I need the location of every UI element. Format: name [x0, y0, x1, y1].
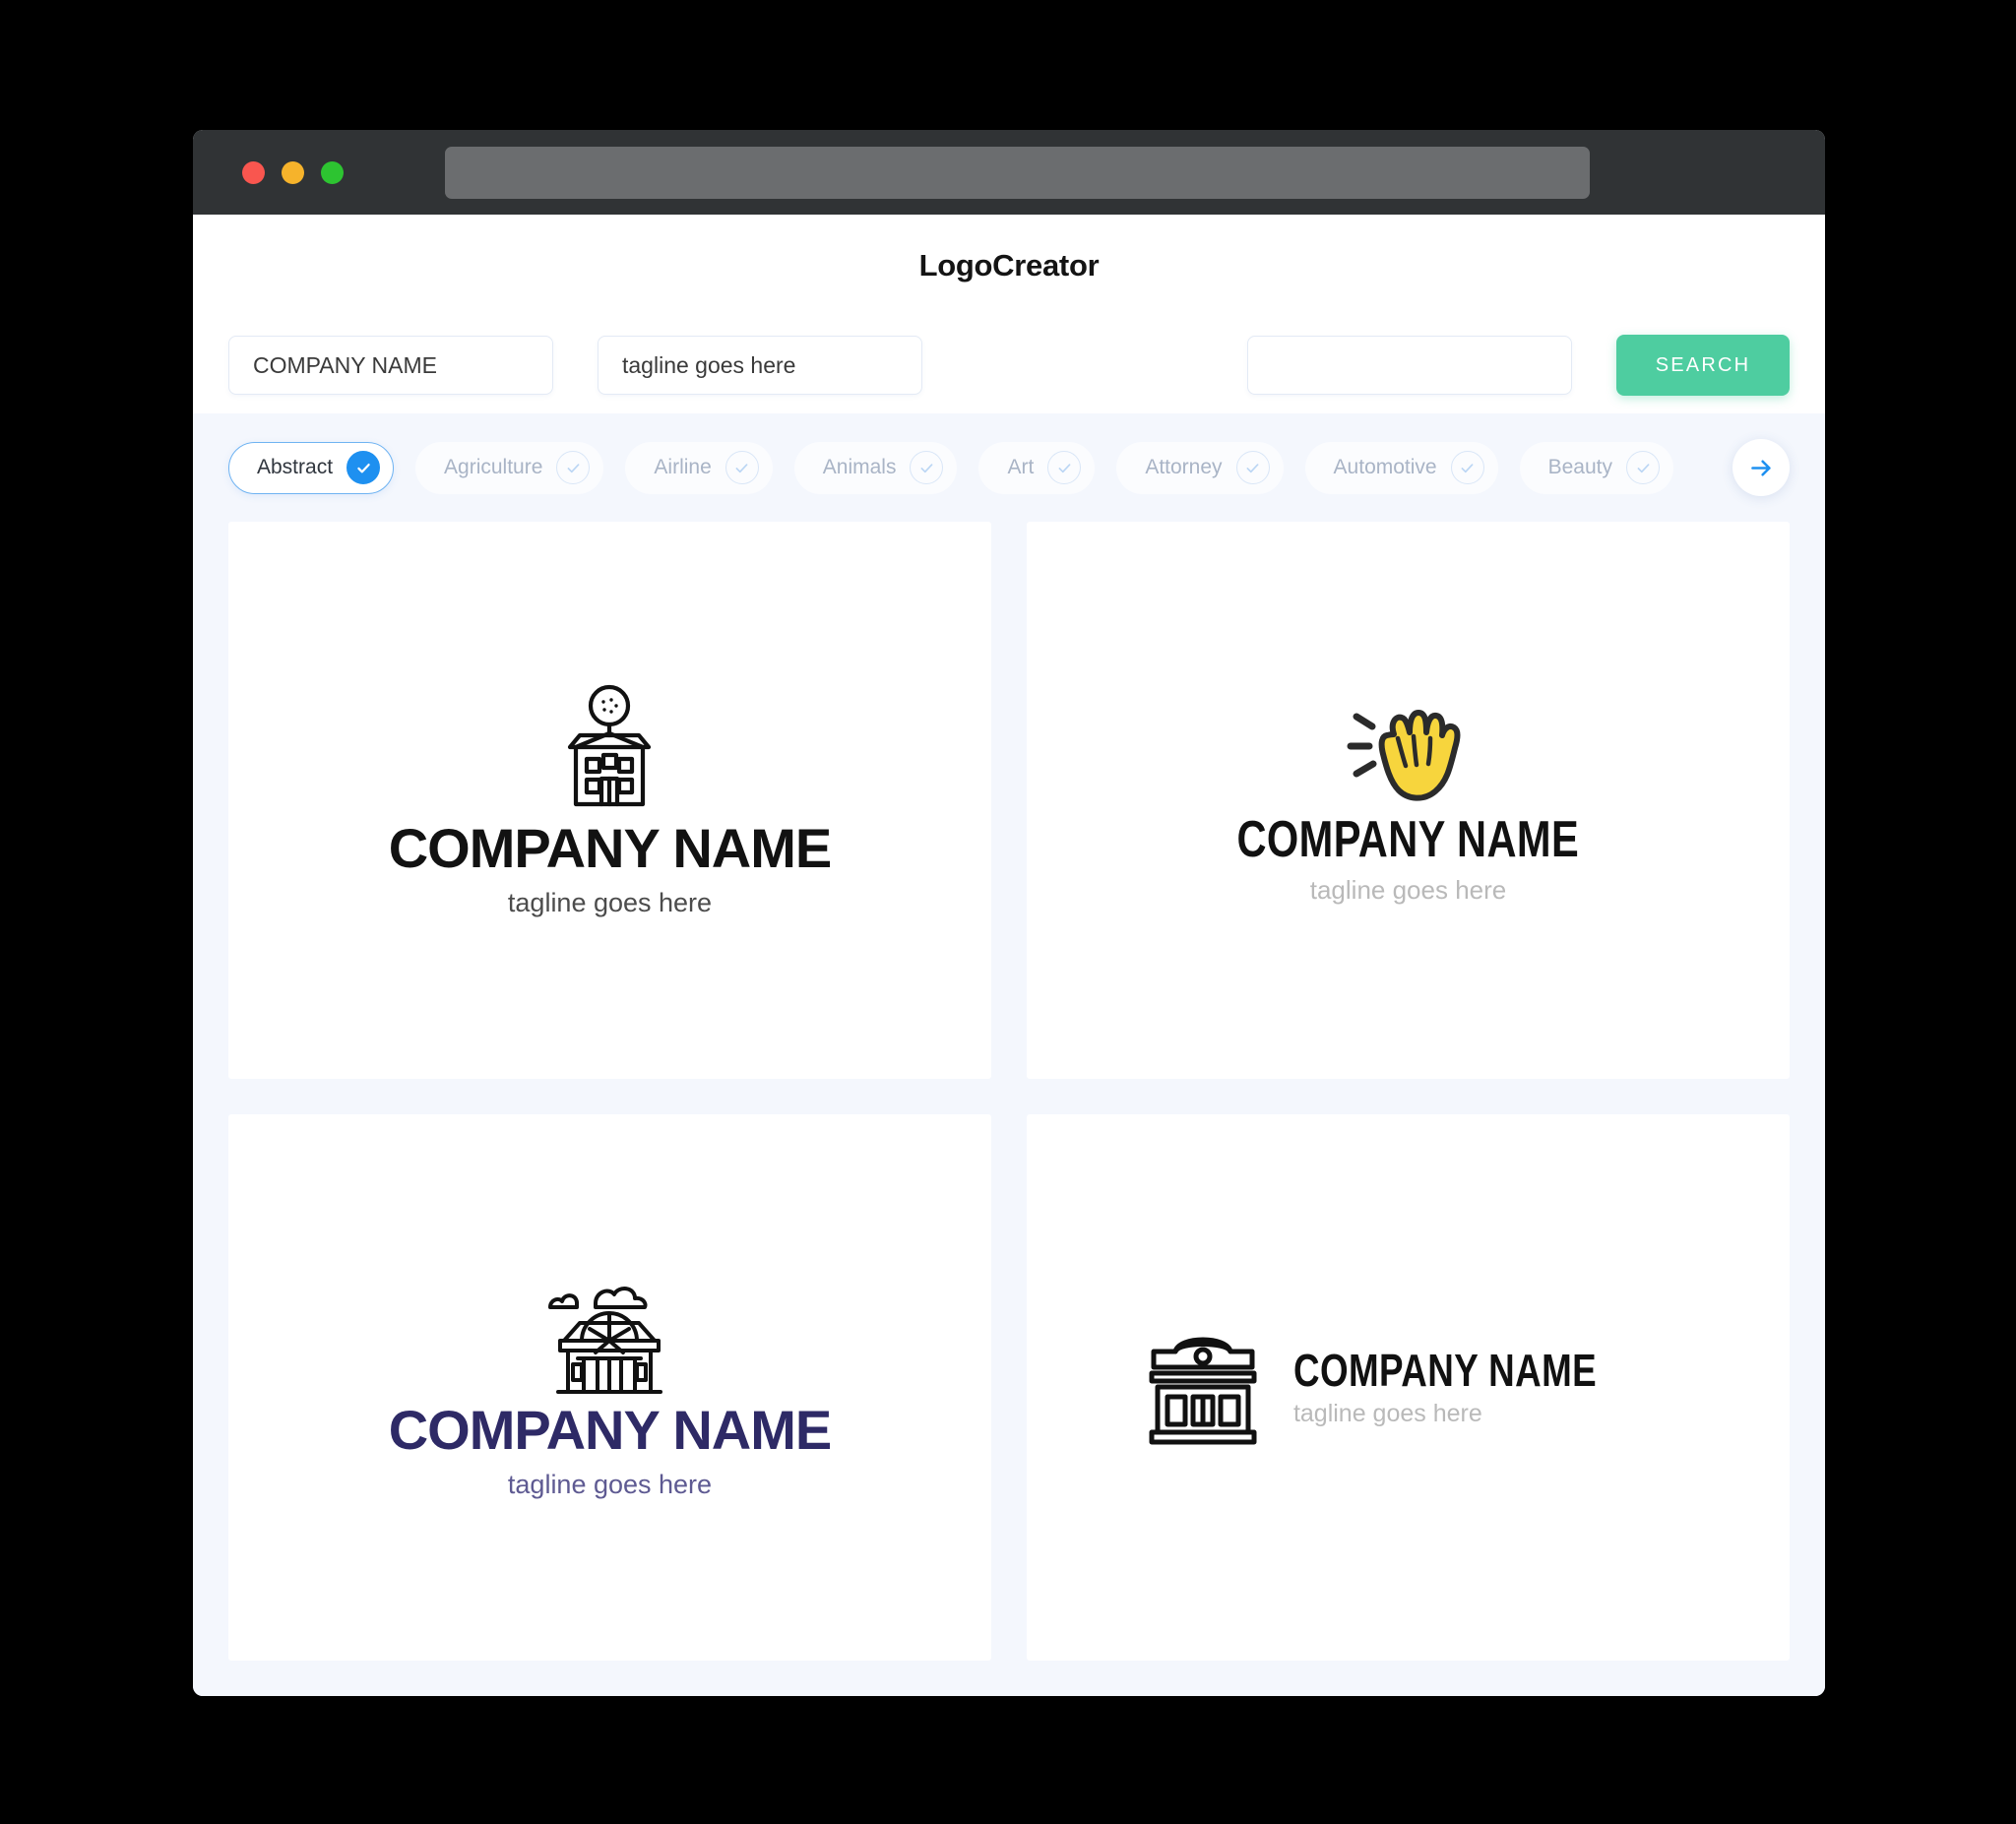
- traffic-light-buttons: [242, 160, 344, 184]
- category-chip-animals[interactable]: Animals: [793, 441, 958, 494]
- check-icon: [910, 451, 944, 484]
- logo-card[interactable]: COMPANY NAME tagline goes here: [1027, 1113, 1790, 1661]
- category-chip-beauty[interactable]: Beauty: [1519, 441, 1673, 494]
- category-chip-label: Agriculture: [444, 456, 543, 478]
- category-chip-label: Airline: [654, 456, 712, 478]
- logo-company-name: COMPANY NAME: [388, 1399, 833, 1462]
- bank-building-icon: [1144, 1324, 1262, 1450]
- logo-tagline: tagline goes here: [507, 1470, 713, 1500]
- next-categories-button[interactable]: [1732, 439, 1790, 496]
- category-filter-bar: Abstract Agriculture Airline Animals Art: [193, 413, 1825, 522]
- logo-card[interactable]: COMPANY NAME tagline goes here: [228, 522, 991, 1079]
- search-button[interactable]: SEARCH: [1616, 335, 1790, 396]
- logo-tagline: tagline goes here: [507, 887, 713, 917]
- logo-preview: COMPANY NAME tagline goes here: [389, 1274, 832, 1500]
- logo-company-name: COMPANY NAME: [388, 816, 833, 879]
- category-chip-label: Automotive: [1333, 456, 1437, 478]
- check-icon: [1047, 451, 1082, 484]
- logo-preview: COMPANY NAME tagline goes here: [389, 682, 832, 918]
- search-bar: SEARCH: [193, 317, 1825, 413]
- logo-results-grid: COMPANY NAME tagline goes here COMPANY N…: [193, 522, 1825, 1696]
- check-icon: [556, 451, 591, 484]
- brand-title: LogoCreator: [918, 248, 1100, 283]
- check-icon: [346, 451, 381, 484]
- company-name-input[interactable]: [228, 336, 553, 395]
- logo-text-block: COMPANY NAME tagline goes here: [1292, 1344, 1672, 1428]
- keyword-input[interactable]: [1247, 336, 1572, 395]
- maximize-button[interactable]: [321, 160, 344, 184]
- category-chip-label: Attorney: [1145, 456, 1223, 478]
- app-header: LogoCreator: [193, 215, 1825, 317]
- logo-card[interactable]: COMPANY NAME tagline goes here: [228, 1113, 991, 1661]
- category-chip-label: Animals: [822, 456, 897, 478]
- logo-card[interactable]: COMPANY NAME tagline goes here: [1027, 522, 1790, 1079]
- category-chip-automotive[interactable]: Automotive: [1304, 441, 1498, 494]
- house-with-tree-icon: [546, 682, 672, 820]
- tagline-input[interactable]: [598, 336, 922, 395]
- minimize-button[interactable]: [282, 160, 304, 184]
- category-chip-label: Beauty: [1547, 456, 1612, 478]
- logo-tagline: tagline goes here: [1292, 1399, 1482, 1427]
- browser-titlebar: [193, 130, 1825, 215]
- pavilion-with-clouds-icon: [540, 1274, 678, 1402]
- browser-window: LogoCreator SEARCH Abstract Agriculture …: [193, 130, 1825, 1696]
- logo-text-block: COMPANY NAME tagline goes here: [1194, 813, 1622, 906]
- close-button[interactable]: [242, 160, 265, 184]
- category-chip-attorney[interactable]: Attorney: [1116, 441, 1284, 494]
- logo-preview: COMPANY NAME tagline goes here: [1194, 695, 1622, 906]
- category-chip-agriculture[interactable]: Agriculture: [415, 441, 604, 494]
- check-icon: [1450, 451, 1484, 484]
- waving-hand-icon: [1339, 695, 1477, 813]
- logo-text-block: COMPANY NAME tagline goes here: [388, 816, 833, 918]
- logo-preview: COMPANY NAME tagline goes here: [1144, 1324, 1672, 1450]
- category-chip-airline[interactable]: Airline: [625, 441, 773, 494]
- arrow-right-icon: [1750, 459, 1771, 476]
- logo-tagline: tagline goes here: [1309, 874, 1507, 905]
- logo-text-block: COMPANY NAME tagline goes here: [388, 1399, 833, 1500]
- category-chip-abstract[interactable]: Abstract: [228, 441, 395, 494]
- category-chip-label: Abstract: [257, 456, 334, 478]
- check-icon: [1235, 451, 1270, 484]
- logo-company-name: COMPANY NAME: [1292, 1344, 1598, 1396]
- logo-company-name: COMPANY NAME: [1236, 810, 1580, 868]
- category-chip-label: Art: [1007, 456, 1035, 478]
- category-chip-art[interactable]: Art: [978, 441, 1096, 494]
- check-icon: [724, 451, 759, 484]
- url-bar[interactable]: [445, 146, 1590, 199]
- check-icon: [1626, 451, 1660, 484]
